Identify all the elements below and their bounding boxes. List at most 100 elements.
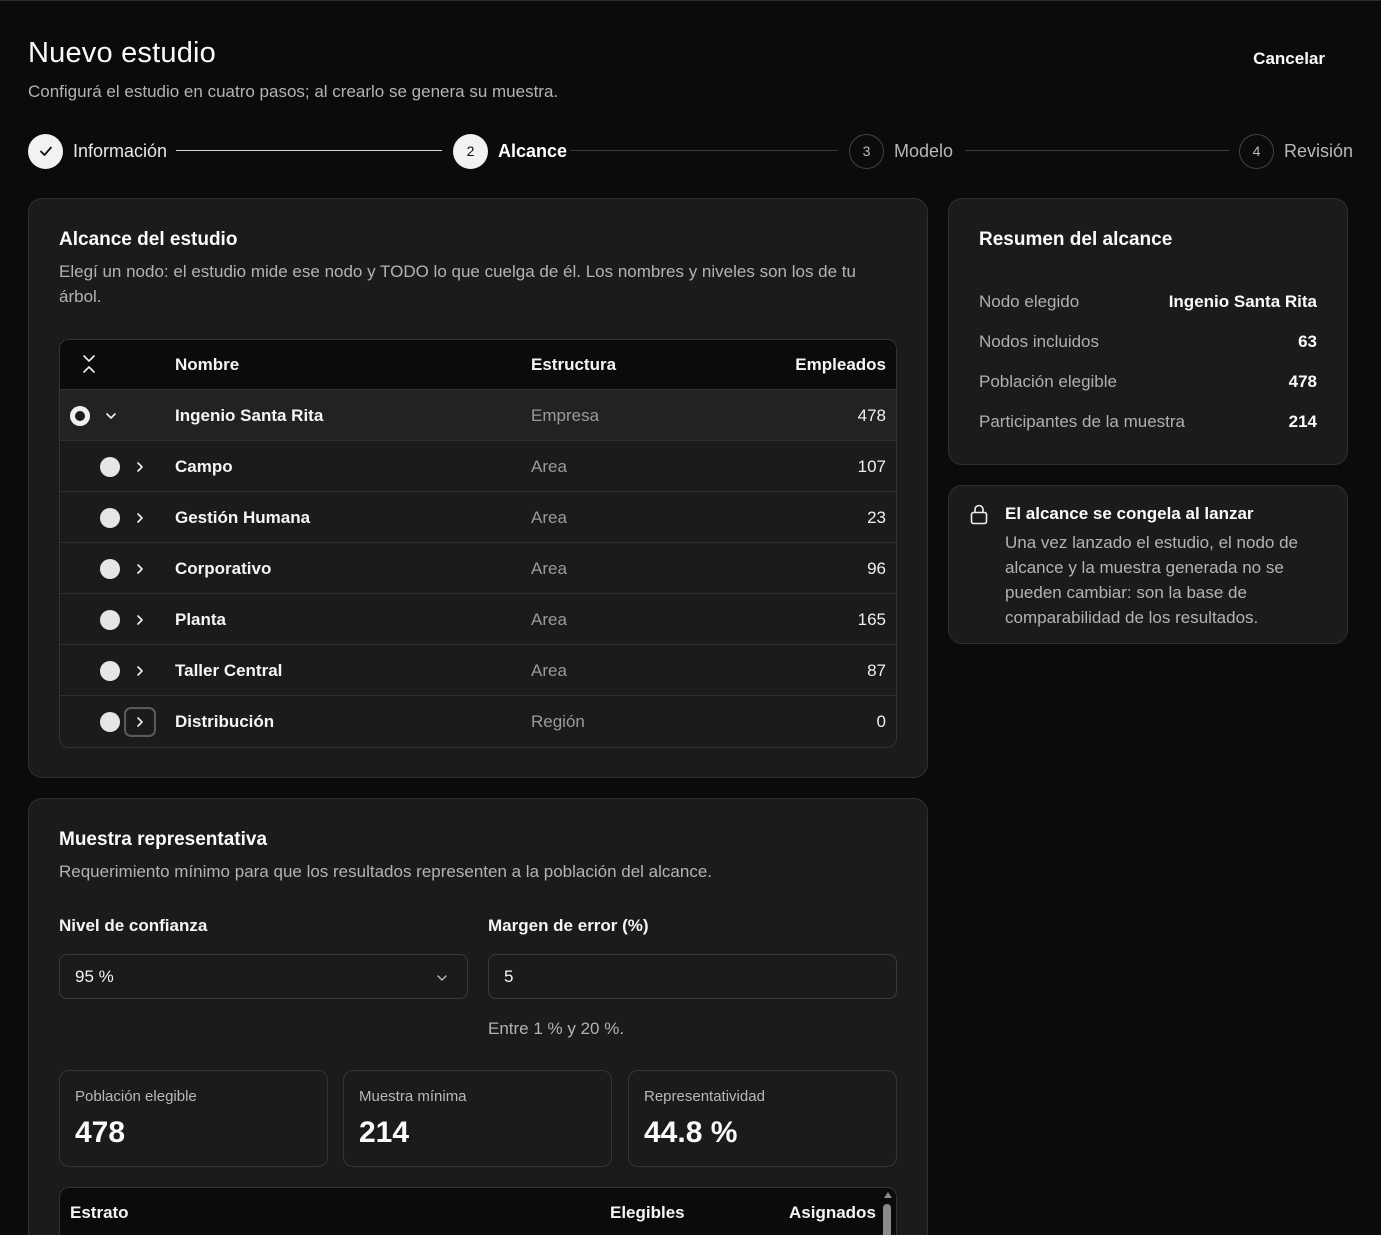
summary-row-node: Nodo elegido Ingenio Santa Rita [979,292,1317,316]
tree-header-row: Nombre Estructura Empleados [60,340,896,390]
tree-row[interactable]: Taller Central Area 87 [60,645,896,696]
step-number: 3 [849,133,884,169]
stat-min-sample: Muestra mínima 214 [343,1070,612,1167]
strata-table: Estrato Elegibles Asignados [59,1187,897,1235]
tree-row[interactable]: Corporativo Area 96 [60,543,896,594]
summary-value: 214 [1288,412,1317,431]
margin-label: Margen de error (%) [488,916,649,935]
node-employees: 165 [857,610,886,629]
node-employees: 96 [867,559,886,578]
summary-value: 478 [1288,372,1317,391]
node-radio[interactable] [100,508,120,528]
tree-row[interactable]: Campo Area 107 [60,441,896,492]
node-radio[interactable] [100,661,120,681]
column-header-eligible[interactable]: Elegibles [610,1203,685,1223]
node-employees: 87 [867,661,886,680]
node-radio[interactable] [100,559,120,579]
freeze-notice: El alcance se congela al lanzar Una vez … [948,485,1348,644]
summary-row-participants: Participantes de la muestra 214 [979,412,1317,436]
step-connector [965,150,1229,151]
summary-value: 63 [1298,332,1317,351]
collapse-all-icon[interactable] [80,354,98,374]
step-connector [570,150,838,151]
scope-card: Alcance del estudio Elegí un nodo: el es… [28,198,928,778]
confidence-select[interactable]: 95 % [59,954,468,999]
tree-row[interactable]: Ingenio Santa Rita Empresa 478 [60,390,896,441]
page-subtitle: Configurá el estudio en cuatro pasos; al… [28,82,559,101]
node-name: Distribución [175,712,275,731]
node-radio[interactable] [100,610,120,630]
page-header: Nuevo estudio Configurá el estudio en cu… [28,37,1353,102]
node-structure: Area [531,559,567,578]
node-name: Corporativo [175,559,272,578]
node-name: Gestión Humana [175,508,311,527]
scroll-up-arrow-icon[interactable] [884,1192,892,1198]
summary-card: Resumen del alcance Nodo elegido Ingenio… [948,198,1348,465]
chevron-right-icon[interactable] [124,554,156,584]
node-structure: Area [531,610,567,629]
node-name: Planta [175,610,227,629]
step-label: Alcance [498,140,568,161]
chevron-down-icon[interactable] [95,401,127,431]
column-header-name[interactable]: Nombre [175,355,239,375]
summary-title: Resumen del alcance [979,229,1173,250]
confidence-selected-value: 95 % [75,966,114,986]
notice-text: Una vez lanzado el estudio, el nodo de a… [1005,533,1298,627]
node-employees: 478 [857,406,886,425]
margin-input[interactable] [488,954,897,999]
node-radio[interactable] [100,457,120,477]
node-radio-selected[interactable] [70,406,90,426]
node-employees: 0 [876,712,886,731]
strata-scrollbar[interactable] [882,1190,894,1235]
summary-row-population: Población elegible 478 [979,372,1317,396]
lock-icon [969,503,989,525]
step-modelo[interactable]: 3 Modelo [849,133,953,169]
page-title: Nuevo estudio [28,37,216,69]
step-alcance[interactable]: 2 Alcance [453,133,567,169]
stat-value: 214 [359,1116,410,1149]
summary-row-nodes: Nodos incluidos 63 [979,332,1317,356]
summary-label: Participantes de la muestra [979,412,1185,431]
stat-label: Representatividad [644,1088,765,1105]
margin-hint: Entre 1 % y 20 %. [488,1019,625,1038]
tree-row[interactable]: Distribución Región 0 [60,696,896,747]
node-name: Taller Central [175,661,283,680]
step-informacion[interactable]: Información [28,133,167,169]
cancel-button[interactable]: Cancelar [1249,45,1329,73]
step-label: Modelo [894,140,954,161]
summary-label: Población elegible [979,372,1117,391]
notice-title: El alcance se congela al lanzar [1005,504,1254,523]
tree-row[interactable]: Gestión Humana Area 23 [60,492,896,543]
summary-label: Nodos incluidos [979,332,1100,351]
sample-card: Muestra representativa Requerimiento mín… [28,798,928,1235]
column-header-employees[interactable]: Empleados [795,355,886,375]
column-header-assigned[interactable]: Asignados [789,1203,876,1223]
chevron-right-icon[interactable] [124,656,156,686]
check-icon [28,133,63,169]
tree-row[interactable]: Planta Area 165 [60,594,896,645]
node-structure: Región [531,712,585,731]
sample-title: Muestra representativa [59,829,268,850]
chevron-right-icon[interactable] [124,452,156,482]
chevron-down-icon [435,970,449,984]
chevron-right-icon[interactable] [124,707,156,737]
scope-tree-table: Nombre Estructura Empleados Ingenio Sant… [59,339,897,748]
column-header-stratum[interactable]: Estrato [70,1203,129,1223]
stat-value: 44.8 % [644,1116,738,1149]
wizard-stepper: Información 2 Alcance 3 Modelo 4 Revisió… [28,133,1353,169]
scroll-thumb[interactable] [883,1204,891,1235]
chevron-right-icon[interactable] [124,503,156,533]
node-structure: Empresa [531,406,600,425]
stat-representativeness: Representatividad 44.8 % [628,1070,897,1167]
stat-value: 478 [75,1116,126,1149]
stat-population: Población elegible 478 [59,1070,328,1167]
scope-title: Alcance del estudio [59,229,238,250]
column-header-structure[interactable]: Estructura [531,355,616,375]
summary-label: Nodo elegido [979,292,1080,311]
node-radio[interactable] [100,712,120,732]
step-label: Información [73,140,168,161]
step-number: 2 [453,133,488,169]
chevron-right-icon[interactable] [124,605,156,635]
node-employees: 23 [867,508,886,527]
step-revision[interactable]: 4 Revisión [1239,133,1353,169]
